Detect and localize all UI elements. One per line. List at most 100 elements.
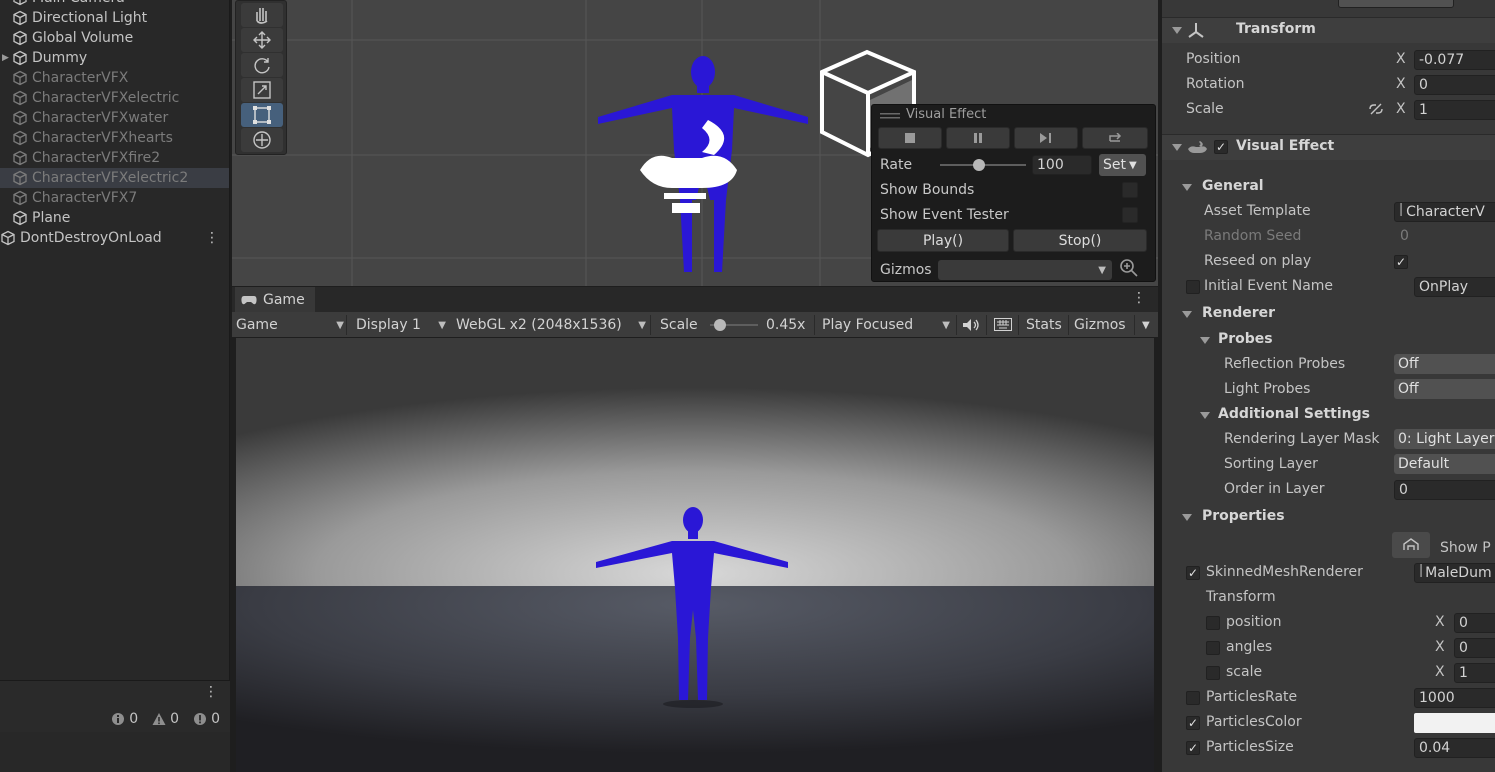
- chevron-down-icon[interactable]: ▼: [1142, 312, 1150, 338]
- show-property-label[interactable]: Show P: [1440, 540, 1491, 556]
- hierarchy-item[interactable]: Plane: [0, 208, 229, 228]
- rate-slider[interactable]: [940, 157, 1026, 173]
- keyboard-icon[interactable]: [994, 318, 1012, 331]
- rendering-layer-mask-label: Rendering Layer Mask: [1224, 431, 1380, 447]
- hierarchy-item[interactable]: ▶ Dummy: [0, 48, 229, 68]
- vfx-stop-call-button[interactable]: Stop(): [1013, 229, 1147, 252]
- hierarchy-item[interactable]: CharacterVFXhearts: [0, 128, 229, 148]
- hierarchy-item[interactable]: CharacterVFXfire2: [0, 148, 229, 168]
- rate-slider-thumb[interactable]: [973, 159, 986, 171]
- particles-color-checkbox[interactable]: ✓: [1186, 716, 1200, 730]
- warning-count-toggle[interactable]: 0: [148, 711, 183, 727]
- constrain-proportions-icon[interactable]: [1368, 102, 1384, 116]
- property-binder-button[interactable]: [1392, 532, 1430, 558]
- reseed-on-play-checkbox[interactable]: ✓: [1394, 255, 1408, 269]
- vfx-stop-button[interactable]: [878, 127, 942, 149]
- sorting-layer-dropdown[interactable]: Default: [1394, 454, 1495, 474]
- particles-rate-field[interactable]: 1000: [1414, 688, 1495, 708]
- hierarchy-item[interactable]: CharacterVFX7: [0, 188, 229, 208]
- order-in-layer-field[interactable]: 0: [1394, 480, 1495, 500]
- drag-handle-icon[interactable]: [880, 113, 900, 119]
- resolution-dropdown[interactable]: WebGL x2 (2048x1536) ▼: [456, 312, 646, 338]
- skinned-mesh-field[interactable]: ꟾ MaleDum: [1414, 563, 1495, 583]
- console-menu-icon[interactable]: ⋮: [204, 684, 218, 700]
- scale-sub-checkbox[interactable]: [1206, 666, 1220, 680]
- transform-header[interactable]: [1162, 17, 1495, 43]
- hierarchy-item[interactable]: CharacterVFX: [0, 68, 229, 88]
- position-sub-x-field[interactable]: 0: [1454, 613, 1495, 633]
- hierarchy-item[interactable]: Main Camera: [0, 0, 229, 8]
- game-mode-dropdown[interactable]: Game ▼: [236, 312, 344, 338]
- scale-label: Scale: [1186, 101, 1224, 117]
- transform-title: Transform: [1236, 21, 1316, 37]
- angles-sub-x-field[interactable]: 0: [1454, 638, 1495, 658]
- play-mode-dropdown[interactable]: Play Focused ▼: [822, 312, 950, 338]
- skinned-mesh-checkbox[interactable]: ✓: [1186, 566, 1200, 580]
- rate-set-dropdown[interactable]: Set ▼: [1099, 154, 1146, 176]
- visual-effect-enabled-checkbox[interactable]: ✓: [1214, 140, 1228, 154]
- rendering-layer-mask-dropdown[interactable]: 0: Light Layer: [1394, 429, 1495, 449]
- transform-tool-button[interactable]: [241, 128, 283, 152]
- move-tool-button[interactable]: [241, 28, 283, 52]
- hierarchy-item[interactable]: Directional Light: [0, 8, 229, 28]
- error-count-toggle[interactable]: 0: [189, 711, 224, 727]
- game-viewport[interactable]: [236, 338, 1154, 772]
- game-gizmos-button[interactable]: Gizmos: [1074, 312, 1126, 338]
- layer-dropdown[interactable]: [1338, 0, 1454, 8]
- hierarchy-item[interactable]: CharacterVFXelectric: [0, 88, 229, 108]
- particles-rate-checkbox[interactable]: [1186, 691, 1200, 705]
- scale-x-field[interactable]: 1: [1414, 100, 1495, 120]
- general-fold-icon[interactable]: [1182, 184, 1192, 191]
- log-count-toggle[interactable]: 0: [107, 711, 142, 727]
- scale-slider[interactable]: [710, 317, 758, 333]
- vfx-pause-button[interactable]: [946, 127, 1010, 149]
- transform-fold-icon[interactable]: [1172, 27, 1182, 34]
- gameobject-icon: [13, 10, 27, 26]
- vfx-restart-button[interactable]: [1082, 127, 1148, 149]
- additional-settings-fold-icon[interactable]: [1200, 412, 1210, 419]
- zoom-icon[interactable]: [1118, 257, 1140, 279]
- properties-fold-icon[interactable]: [1182, 514, 1192, 521]
- vfx-play-button[interactable]: Play(): [877, 229, 1009, 252]
- scene-root-dontdestroyonload[interactable]: DontDestroyOnLoad: [0, 228, 229, 248]
- game-menu-icon[interactable]: ⋮: [1132, 290, 1146, 306]
- rotate-tool-button[interactable]: [241, 53, 283, 77]
- display-dropdown[interactable]: Display 1 ▼: [356, 312, 446, 338]
- vfx-step-button[interactable]: [1014, 127, 1078, 149]
- show-bounds-checkbox[interactable]: [1122, 182, 1138, 198]
- scale-slider-thumb[interactable]: [713, 319, 726, 331]
- hierarchy-item[interactable]: CharacterVFXwater: [0, 108, 229, 128]
- visual-effect-fold-icon[interactable]: [1172, 144, 1182, 151]
- particles-size-field[interactable]: 0.04: [1414, 738, 1495, 758]
- scale-sub-x-field[interactable]: 1: [1454, 663, 1495, 683]
- particles-size-checkbox[interactable]: ✓: [1186, 741, 1200, 755]
- rect-tool-button[interactable]: [241, 103, 283, 127]
- position-sub-checkbox[interactable]: [1206, 616, 1220, 630]
- rate-input[interactable]: 100: [1032, 155, 1092, 175]
- mesh-renderer-icon: ꟾ: [1419, 565, 1424, 581]
- random-seed-value: 0: [1400, 228, 1409, 244]
- stats-button[interactable]: Stats: [1026, 312, 1062, 338]
- vfx-gizmos-dropdown[interactable]: ▼: [938, 260, 1112, 280]
- asset-template-field[interactable]: ꟾ CharacterV: [1394, 202, 1495, 222]
- light-probes-dropdown[interactable]: Off: [1394, 379, 1495, 399]
- initial-event-field[interactable]: OnPlay: [1414, 277, 1495, 297]
- angles-sub-checkbox[interactable]: [1206, 641, 1220, 655]
- probes-fold-icon[interactable]: [1200, 337, 1210, 344]
- renderer-fold-icon[interactable]: [1182, 311, 1192, 318]
- hand-tool-button[interactable]: [241, 3, 283, 27]
- tab-game[interactable]: Game: [235, 287, 315, 312]
- show-event-tester-checkbox[interactable]: [1122, 207, 1138, 223]
- scene-menu-icon[interactable]: ⋮: [205, 230, 219, 246]
- position-x-field[interactable]: -0.077: [1414, 50, 1495, 70]
- hierarchy-item[interactable]: Global Volume: [0, 28, 229, 48]
- particles-color-swatch[interactable]: [1414, 713, 1495, 733]
- rotation-x-field[interactable]: 0: [1414, 75, 1495, 95]
- audio-mute-icon[interactable]: [962, 318, 980, 332]
- expand-arrow-icon[interactable]: ▶: [2, 53, 9, 63]
- hierarchy-item[interactable]: CharacterVFXelectric2: [0, 168, 229, 188]
- scale-tool-button[interactable]: [241, 78, 283, 102]
- reflection-probes-dropdown[interactable]: Off: [1394, 354, 1495, 374]
- chevron-down-icon: ▼: [336, 319, 344, 331]
- initial-event-checkbox[interactable]: [1186, 280, 1200, 294]
